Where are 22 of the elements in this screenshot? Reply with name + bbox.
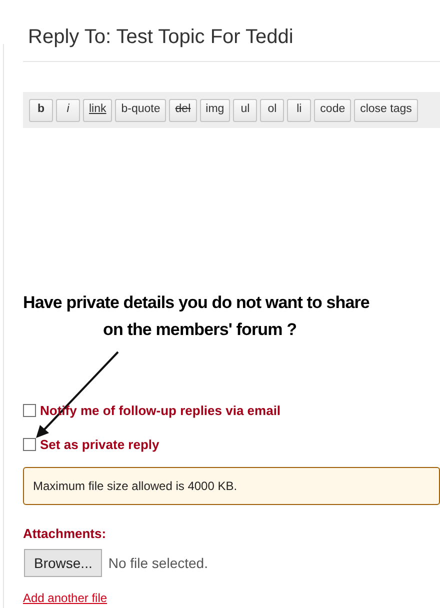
annotation-text: on the members' forum ? — [103, 319, 297, 341]
page-title: Reply To: Test Topic For Teddi — [27, 25, 294, 50]
attachments-label: Attachments: — [23, 525, 106, 543]
format-button[interactable]: ol — [260, 98, 284, 122]
format-button[interactable]: b-quote — [115, 98, 166, 122]
format-button[interactable]: ul — [233, 98, 258, 122]
format-button[interactable]: li — [287, 98, 312, 122]
format-button[interactable]: link — [83, 98, 112, 122]
format-button[interactable]: del — [169, 98, 197, 122]
checkbox[interactable] — [23, 438, 36, 451]
notice-message: Maximum file size allowed is 4000 KB. — [23, 467, 440, 505]
add-file-link[interactable]: Add another file — [23, 589, 108, 607]
format-button[interactable]: code — [314, 98, 352, 122]
format-button[interactable]: img — [200, 98, 230, 122]
annotation-text: Have private details you do not want to share — [23, 292, 370, 314]
option-label: Set as private reply — [40, 436, 160, 454]
browse-button[interactable]: Browse... — [24, 549, 102, 577]
file-status: No file selected. — [108, 554, 208, 572]
checkbox[interactable] — [23, 404, 36, 418]
format-button[interactable]: close tags — [354, 98, 418, 122]
format-button[interactable]: i — [56, 98, 80, 122]
format-button[interactable]: b — [29, 98, 53, 122]
